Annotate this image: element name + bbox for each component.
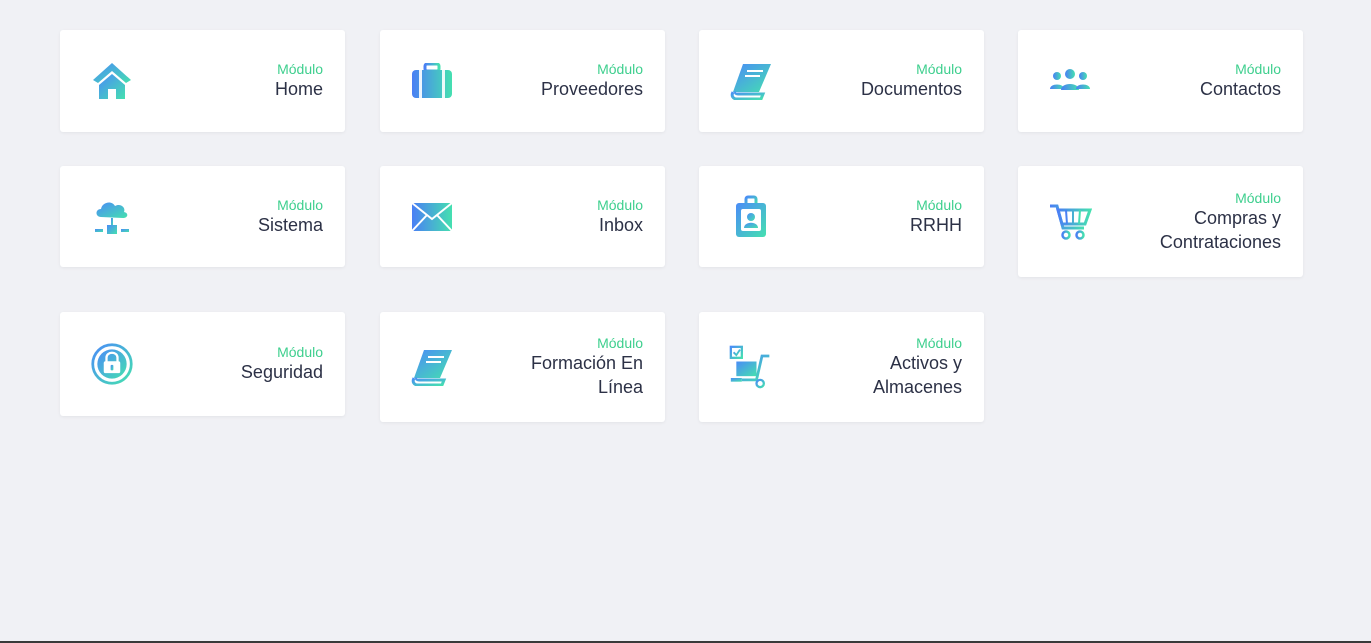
book-icon <box>410 345 454 389</box>
home-icon <box>90 59 134 103</box>
module-card-home[interactable]: Módulo Home <box>60 30 345 132</box>
module-card-documentos[interactable]: Módulo Documentos <box>699 30 984 132</box>
module-title-line-2: Línea <box>597 377 643 397</box>
module-kicker: Módulo <box>916 196 962 213</box>
lock-icon <box>90 342 134 386</box>
module-title-line-2: Contrataciones <box>1159 231 1281 252</box>
module-title-line-1: Formación En <box>530 353 643 373</box>
module-kicker: Módulo <box>277 344 323 360</box>
module-title: Seguridad <box>240 362 323 382</box>
briefcase-icon <box>410 59 454 103</box>
module-card-inbox[interactable]: Módulo Inbox <box>380 166 665 267</box>
module-kicker: Módulo <box>916 61 962 77</box>
module-card-contactos[interactable]: Módulo Contactos <box>1018 30 1303 132</box>
module-title: Inbox <box>598 214 643 235</box>
hand-truck-icon <box>729 345 773 389</box>
module-title: Proveedores <box>540 79 643 99</box>
module-card-proveedores[interactable]: Módulo Proveedores <box>380 30 665 132</box>
envelope-icon <box>410 195 454 239</box>
module-card-compras-contrataciones[interactable]: Módulo Compras y Contrataciones <box>1018 166 1303 277</box>
module-card-activos-almacenes[interactable]: Módulo Activos y Almacenes <box>699 312 984 422</box>
module-kicker: Módulo <box>916 335 962 351</box>
module-kicker: Módulo <box>277 196 323 213</box>
module-title-line-1: Activos y <box>889 353 962 373</box>
book-icon <box>729 59 773 103</box>
module-card-formacion-en-linea[interactable]: Módulo Formación En Línea <box>380 312 665 422</box>
module-title: Contactos <box>1199 79 1281 99</box>
module-title-line-1: Compras y <box>1193 207 1281 228</box>
module-kicker: Módulo <box>597 61 643 77</box>
cloud-network-icon <box>90 195 134 239</box>
module-dashboard: Módulo Home Módulo Proveedores Módulo Do… <box>0 0 1371 641</box>
users-icon <box>1048 59 1092 103</box>
module-title: Home <box>274 79 323 99</box>
module-title-line-2: Almacenes <box>872 377 962 397</box>
module-kicker: Módulo <box>597 335 643 351</box>
module-kicker: Módulo <box>277 61 323 77</box>
module-kicker: Módulo <box>597 196 643 213</box>
shopping-cart-icon <box>1048 200 1092 244</box>
module-title: Documentos <box>860 79 962 99</box>
module-title: RRHH <box>910 214 962 235</box>
module-kicker: Módulo <box>1235 189 1281 206</box>
module-kicker: Módulo <box>1235 61 1281 77</box>
module-title: Sistema <box>257 214 323 235</box>
id-badge-icon <box>729 195 773 239</box>
module-card-seguridad[interactable]: Módulo Seguridad <box>60 312 345 416</box>
module-card-rrhh[interactable]: Módulo RRHH <box>699 166 984 267</box>
module-card-sistema[interactable]: Módulo Sistema <box>60 166 345 267</box>
